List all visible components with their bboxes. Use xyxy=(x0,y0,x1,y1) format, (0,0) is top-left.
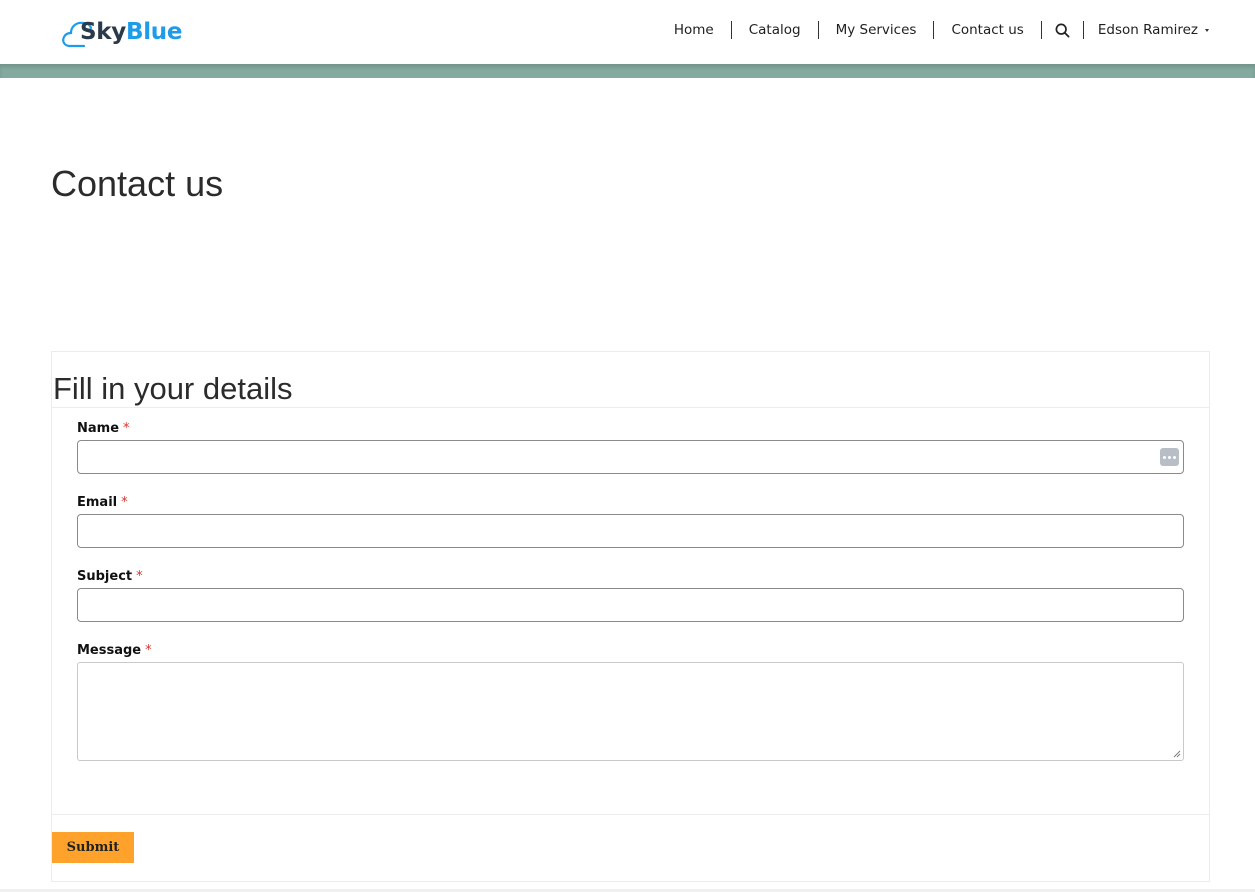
subject-field[interactable] xyxy=(77,588,1184,622)
required-marker: * xyxy=(136,569,143,584)
name-label: Name * xyxy=(77,421,130,436)
caret-down-icon xyxy=(1205,28,1209,32)
search-icon xyxy=(1055,23,1070,38)
name-field[interactable] xyxy=(77,440,1184,474)
brand-logo[interactable]: SkyBlue xyxy=(62,14,182,50)
user-name: Edson Ramirez xyxy=(1097,22,1198,38)
brand-name: SkyBlue xyxy=(80,19,183,45)
nav-my-services[interactable]: My Services xyxy=(819,20,934,40)
autofill-icon[interactable] xyxy=(1160,448,1179,466)
required-marker: * xyxy=(121,495,128,510)
message-field[interactable] xyxy=(77,662,1184,761)
form-header: Fill in your details xyxy=(52,352,1209,408)
email-field[interactable] xyxy=(77,514,1184,548)
contact-form-panel: Fill in your details Name * Email * Subjec… xyxy=(51,351,1210,882)
form-footer-divider xyxy=(52,814,1209,815)
resize-handle-icon[interactable] xyxy=(1173,750,1181,758)
nav-home[interactable]: Home xyxy=(657,20,731,40)
search-button[interactable] xyxy=(1042,23,1083,38)
subject-label: Subject * xyxy=(77,569,143,584)
nav-contact-us[interactable]: Contact us xyxy=(934,20,1040,40)
required-marker: * xyxy=(123,421,130,436)
nav-catalog[interactable]: Catalog xyxy=(732,20,818,40)
site-header: SkyBlue Home Catalog My Services Contact… xyxy=(0,0,1255,64)
message-label: Message * xyxy=(77,643,152,658)
submit-button[interactable]: Submit xyxy=(52,832,134,863)
header-band xyxy=(0,64,1255,78)
required-marker: * xyxy=(145,643,152,658)
main-nav: Home Catalog My Services Contact us Edso… xyxy=(657,20,1209,40)
email-label: Email * xyxy=(77,495,128,510)
user-menu[interactable]: Edson Ramirez xyxy=(1084,22,1209,38)
page-title: Contact us xyxy=(51,163,224,204)
form-title: Fill in your details xyxy=(53,371,293,406)
